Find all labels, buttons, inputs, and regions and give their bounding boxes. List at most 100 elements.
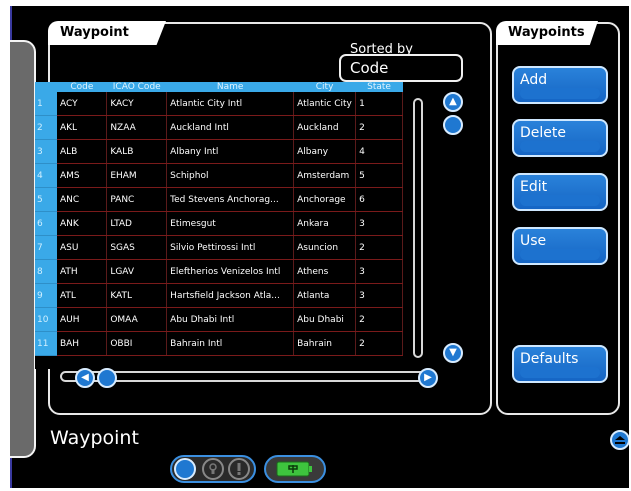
row-number: 11 (35, 331, 57, 356)
left-rail-handle[interactable] (10, 40, 36, 458)
cell-name: Schiphol (166, 163, 295, 188)
column-header-state[interactable]: State (355, 82, 403, 92)
lock-icon[interactable] (202, 458, 224, 480)
mode-active-circle[interactable] (174, 458, 196, 480)
table-row[interactable]: 11 BAH OBBI Bahrain Intl Bahrain 2 (35, 331, 403, 356)
cell-icao: EHAM (106, 163, 168, 188)
row-number: 10 (35, 307, 57, 332)
scroll-left-button[interactable]: ◀ (75, 368, 95, 388)
row-number: 8 (35, 259, 57, 284)
cell-state: 5 (355, 163, 403, 188)
cell-code: AMS (56, 163, 108, 188)
battery-status[interactable] (264, 455, 326, 483)
row-number: 2 (35, 115, 57, 140)
table-row[interactable]: 7 ASU SGAS Silvio Pettirossi Intl Asuncion 2 (35, 235, 403, 260)
cell-code: AKL (56, 115, 108, 140)
cell-name: Ted Stevens Anchorag... (166, 187, 295, 212)
page-title: Waypoint (50, 427, 139, 449)
table-row[interactable]: 8 ATH LGAV Eleftherios Venizelos Intl Athens… (35, 259, 403, 284)
delete-button[interactable]: Delete (512, 119, 608, 157)
cell-icao: NZAA (106, 115, 168, 140)
cell-code: ATH (56, 259, 108, 284)
cell-icao: LTAD (106, 211, 168, 236)
scroll-right-button[interactable]: ▶ (418, 368, 438, 388)
cell-icao: PANC (106, 187, 168, 212)
cell-city: Atlantic City (293, 92, 357, 116)
row-number: 9 (35, 283, 57, 308)
cell-name: Etimesgut (166, 211, 295, 236)
cell-name: Auckland Intl (166, 115, 295, 140)
row-number: 5 (35, 187, 57, 212)
expand-up-button[interactable] (610, 430, 629, 450)
cell-state: 2 (355, 235, 403, 260)
cell-code: ATL (56, 283, 108, 308)
cell-code: ASU (56, 235, 108, 260)
cell-state: 2 (355, 115, 403, 140)
edit-button[interactable]: Edit (512, 173, 608, 211)
cell-name: Eleftherios Venizelos Intl (166, 259, 295, 284)
horizontal-scroll-thumb[interactable] (97, 368, 117, 388)
row-number: 4 (35, 163, 57, 188)
vertical-scroll-thumb[interactable] (443, 115, 463, 135)
table-row[interactable]: 4 AMS EHAM Schiphol Amsterdam 5 (35, 163, 403, 188)
column-header-name[interactable]: Name (166, 82, 294, 92)
cell-code: BAH (56, 331, 108, 356)
column-header-city[interactable]: City (293, 82, 356, 92)
mode-selector[interactable] (170, 455, 256, 483)
cell-city: Amsterdam (293, 163, 357, 188)
cell-city: Athens (293, 259, 357, 284)
delete-button-label: Delete (520, 125, 566, 141)
cell-city: Abu Dhabi (293, 307, 357, 332)
cell-state: 6 (355, 187, 403, 212)
waypoints-tab: Waypoints (496, 21, 598, 45)
cell-icao: LGAV (106, 259, 168, 284)
table-row[interactable]: 9 ATL KATL Hartsfield Jackson Atla... Atlant… (35, 283, 403, 308)
use-button-label: Use (520, 233, 547, 249)
battery-icon (276, 461, 312, 477)
cell-state: 3 (355, 283, 403, 308)
cell-icao: KATL (106, 283, 168, 308)
cell-city: Anchorage (293, 187, 357, 212)
table-row[interactable]: 2 AKL NZAA Auckland Intl Auckland 2 (35, 115, 403, 140)
cell-state: 3 (355, 211, 403, 236)
cell-icao: SGAS (106, 235, 168, 260)
table-row[interactable]: 6 ANK LTAD Etimesgut Ankara 3 (35, 211, 403, 236)
cell-name: Bahrain Intl (166, 331, 295, 356)
scroll-up-button[interactable]: ▲ (443, 92, 463, 112)
cell-city: Ankara (293, 211, 357, 236)
column-header-code[interactable]: Code (56, 82, 107, 92)
column-header-icao[interactable]: ICAO Code (106, 82, 167, 92)
row-number: 6 (35, 211, 57, 236)
cell-name: Hartsfield Jackson Atla... (166, 283, 295, 308)
cell-name: Abu Dhabi Intl (166, 307, 295, 332)
table-row[interactable]: 5 ANC PANC Ted Stevens Anchorag... Anchorage… (35, 187, 403, 212)
table-row[interactable]: 3 ALB KALB Albany Intl Albany 4 (35, 139, 403, 164)
row-number: 7 (35, 235, 57, 260)
defaults-button-label: Defaults (520, 351, 579, 367)
cell-code: AUH (56, 307, 108, 332)
cell-code: ANK (56, 211, 108, 236)
table-row[interactable]: 10 AUH OMAA Abu Dhabi Intl Abu Dhabi 2 (35, 307, 403, 332)
cell-icao: OBBI (106, 331, 168, 356)
alert-icon[interactable] (228, 458, 250, 480)
cell-city: Albany (293, 139, 357, 164)
use-button[interactable]: Use (512, 227, 608, 265)
vertical-scrollbar[interactable] (413, 98, 423, 358)
row-number: 1 (35, 92, 57, 116)
add-button[interactable]: Add (512, 66, 608, 104)
sorted-by-field[interactable]: Code (339, 54, 463, 82)
cell-name: Silvio Pettirossi Intl (166, 235, 295, 260)
row-number-header (35, 82, 57, 92)
cell-state: 2 (355, 307, 403, 332)
edit-button-label: Edit (520, 179, 548, 195)
table-row[interactable]: 1 ACY KACY Atlantic City Intl Atlantic City 1 (35, 92, 403, 116)
cell-code: ALB (56, 139, 108, 164)
waypoint-list-tab: Waypoint List (48, 21, 166, 45)
cell-state: 4 (355, 139, 403, 164)
add-button-label: Add (520, 72, 548, 88)
defaults-button[interactable]: Defaults (512, 345, 608, 383)
row-number: 3 (35, 139, 57, 164)
cell-code: ANC (56, 187, 108, 212)
app-screen: Waypoint List Sorted by Code Code ICAO C… (10, 6, 629, 488)
scroll-down-button[interactable]: ▼ (443, 343, 463, 363)
